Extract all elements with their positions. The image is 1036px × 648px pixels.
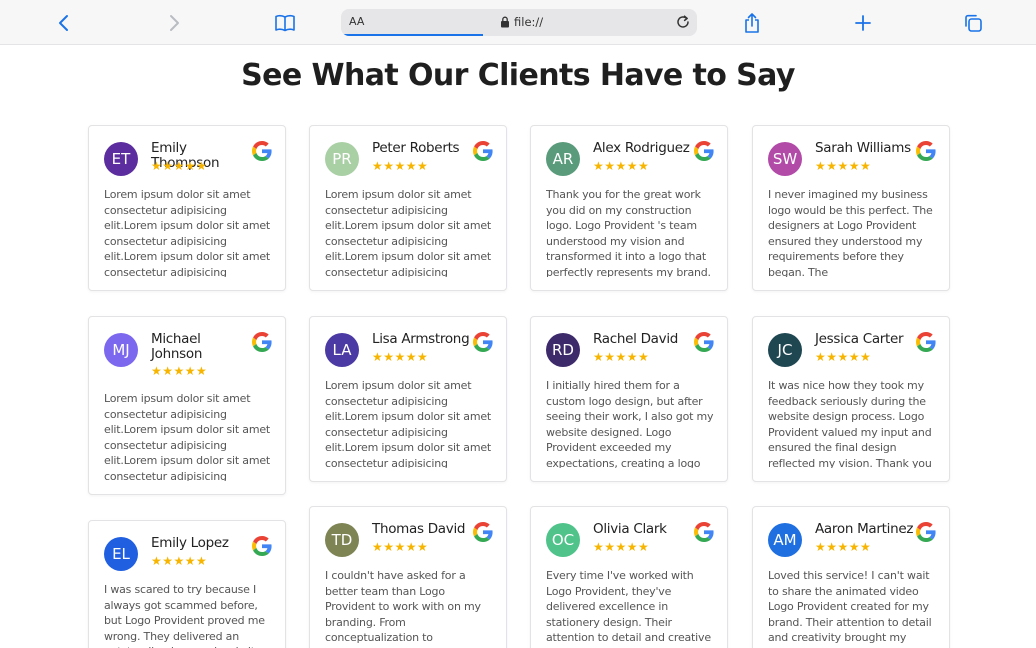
review-card: LA Lisa Armstrong ★★★★★ Lorem ipsum dolo… [309, 316, 507, 482]
star-rating: ★★★★★ [372, 350, 429, 364]
star-rating: ★★★★★ [372, 159, 429, 173]
forward-button[interactable] [159, 8, 189, 38]
review-text: I never imagined my business logo would … [768, 188, 933, 277]
url-text: file:// [514, 15, 544, 29]
review-text: I couldn't have asked for a better team … [325, 569, 481, 648]
review-text: Lorem ipsum dolor sit amet consectetur a… [104, 188, 271, 277]
avatar: OC [546, 523, 580, 557]
avatar: AR [546, 142, 580, 176]
tabs-button[interactable] [958, 8, 988, 38]
review-text: Loved this service! I can't wait to shar… [768, 569, 932, 644]
avatar: TD [325, 523, 359, 557]
reviewer-name: Jessica Carter [815, 331, 904, 347]
review-card: AR Alex Rodriguez ★★★★★ Thank you for th… [530, 125, 728, 291]
review-text: It was nice how they took my feedback se… [768, 379, 932, 468]
review-card: RD Rachel David ★★★★★ I initially hired … [530, 316, 728, 482]
avatar: LA [325, 333, 359, 367]
page-load-progress [341, 34, 483, 36]
reviewer-name: Thomas David [372, 521, 466, 537]
review-card: ET Emily Thompson ★★★★★ Lorem ipsum dolo… [88, 125, 286, 291]
google-icon [252, 141, 272, 161]
review-card: PR Peter Roberts ★★★★★ Lorem ipsum dolor… [309, 125, 507, 291]
google-icon [916, 141, 936, 161]
review-text: I initially hired them for a custom logo… [546, 379, 714, 468]
avatar: EL [104, 537, 138, 571]
star-rating: ★★★★★ [815, 350, 872, 364]
google-icon [694, 332, 714, 352]
reviewer-name: Lisa Armstrong [372, 331, 470, 347]
review-text: Lorem ipsum dolor sit amet consectetur a… [104, 392, 271, 481]
reviewer-name: Peter Roberts [372, 140, 460, 156]
star-rating: ★★★★★ [151, 554, 208, 568]
star-rating: ★★★★★ [151, 159, 208, 173]
review-text: Every time I've worked with Logo Provide… [546, 569, 711, 644]
reviewer-name: Michael Johnson [151, 331, 203, 362]
avatar: PR [325, 142, 359, 176]
reviewer-name: Sarah Williams [815, 140, 911, 156]
review-text: Lorem ipsum dolor sit amet consectetur a… [325, 188, 492, 277]
chevron-left-icon [59, 15, 68, 31]
bookmarks-button[interactable] [270, 8, 300, 38]
star-rating: ★★★★★ [593, 350, 650, 364]
google-icon [916, 522, 936, 542]
review-card: OC Olivia Clark ★★★★★ Every time I've wo… [530, 506, 728, 648]
review-text: I was scared to try because I always got… [104, 583, 265, 648]
chevron-right-icon [170, 15, 179, 31]
google-icon [252, 536, 272, 556]
avatar: SW [768, 142, 802, 176]
google-icon [473, 141, 493, 161]
new-tab-button[interactable] [848, 8, 878, 38]
star-rating: ★★★★★ [593, 159, 650, 173]
avatar: RD [546, 333, 580, 367]
reviewer-name: Emily Lopez [151, 535, 229, 551]
avatar: JC [768, 333, 802, 367]
google-icon [473, 332, 493, 352]
star-rating: ★★★★★ [151, 364, 208, 378]
star-rating: ★★★★★ [593, 540, 650, 554]
google-icon [916, 332, 936, 352]
share-icon [745, 13, 759, 33]
reviewer-name: Alex Rodriguez [593, 140, 690, 156]
book-icon [275, 15, 295, 32]
review-card: EL Emily Lopez ★★★★★ I was scared to try… [88, 520, 286, 648]
reviewer-name: Aaron Martinez [815, 521, 914, 537]
page-title: See What Our Clients Have to Say [241, 58, 795, 93]
back-button[interactable] [49, 8, 79, 38]
google-icon [252, 332, 272, 352]
google-icon [694, 141, 714, 161]
avatar: MJ [104, 333, 138, 367]
avatar: AM [768, 523, 802, 557]
address-bar[interactable]: AA file:// [341, 9, 697, 36]
google-icon [473, 522, 493, 542]
review-text: Thank you for the great work you did on … [546, 188, 711, 277]
review-card: SW Sarah Williams ★★★★★ I never imagined… [752, 125, 950, 291]
lock-icon [501, 16, 509, 28]
browser-toolbar: AA file:// [0, 0, 1036, 45]
review-card: MJ Michael Johnson ★★★★★ Lorem ipsum dol… [88, 316, 286, 495]
reviewer-name: Rachel David [593, 331, 679, 347]
google-icon [694, 522, 714, 542]
review-card: AM Aaron Martinez ★★★★★ Loved this servi… [752, 506, 950, 648]
text-size-button[interactable]: AA [349, 15, 364, 28]
review-text: Lorem ipsum dolor sit amet consectetur a… [325, 379, 492, 468]
review-card: JC Jessica Carter ★★★★★ It was nice how … [752, 316, 950, 482]
reviewer-name: Olivia Clark [593, 521, 667, 537]
star-rating: ★★★★★ [372, 540, 429, 554]
review-card: TD Thomas David ★★★★★ I couldn't have as… [309, 506, 507, 648]
share-button[interactable] [737, 8, 767, 38]
tabs-icon [965, 14, 982, 32]
star-rating: ★★★★★ [815, 540, 872, 554]
reload-icon[interactable] [675, 14, 691, 30]
avatar: ET [104, 142, 138, 176]
star-rating: ★★★★★ [815, 159, 872, 173]
plus-icon [855, 15, 871, 31]
